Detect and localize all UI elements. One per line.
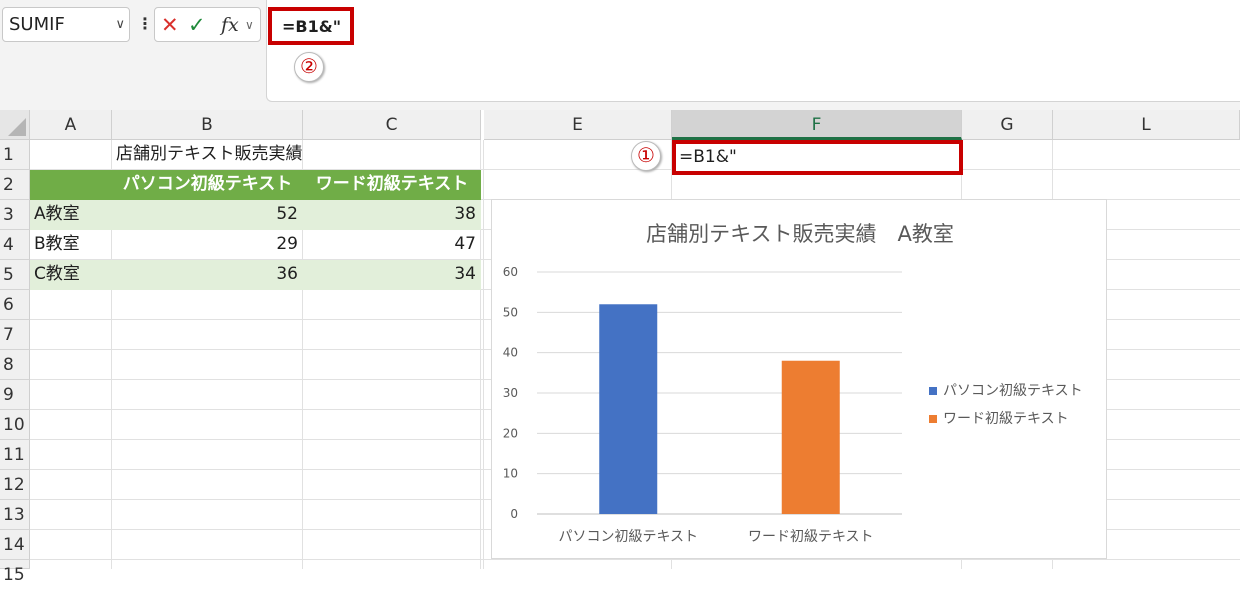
column-header-e[interactable]: E: [484, 110, 672, 140]
cell-b3[interactable]: 52: [112, 200, 303, 230]
row-header[interactable]: 10: [0, 410, 30, 440]
column-header-f[interactable]: F: [672, 110, 962, 140]
y-tick-label: 0: [510, 507, 518, 521]
row-header[interactable]: 1: [0, 140, 30, 170]
bar-chart[interactable]: 店舗別テキスト販売実績 A教室 0 10 20 30 40 50 60 パソコン初級テキストワ…: [491, 199, 1107, 559]
cell-a5[interactable]: C教室: [30, 260, 112, 290]
row-header[interactable]: 13: [0, 500, 30, 530]
check-icon[interactable]: ✓: [188, 12, 206, 38]
row-header[interactable]: 9: [0, 380, 30, 410]
legend-item: パソコン初級テキスト: [929, 380, 1083, 408]
row-header[interactable]: 7: [0, 320, 30, 350]
formula-text: =B1&": [282, 17, 342, 36]
select-all-button[interactable]: [0, 110, 30, 140]
cancel-icon[interactable]: ✕: [161, 12, 179, 38]
legend-swatch: [929, 387, 937, 395]
row-header[interactable]: 15: [0, 560, 30, 585]
name-box[interactable]: SUMIF ∨: [2, 7, 130, 42]
cell-c5[interactable]: 34: [303, 260, 481, 290]
gridline: [483, 140, 484, 569]
name-box-value: SUMIF: [9, 14, 65, 35]
row-header[interactable]: 4: [0, 230, 30, 260]
row-header[interactable]: 5: [0, 260, 30, 290]
column-header-b[interactable]: B: [112, 110, 303, 140]
row-header[interactable]: 12: [0, 470, 30, 500]
y-tick-label: 20: [503, 426, 518, 440]
cell-b2[interactable]: パソコン初級テキスト: [112, 170, 303, 200]
active-cell-f1[interactable]: =B1&": [672, 140, 963, 175]
chevron-down-icon[interactable]: ∨: [245, 12, 254, 38]
row-header[interactable]: 14: [0, 530, 30, 560]
chart-legend: パソコン初級テキスト ワード初級テキスト: [929, 380, 1083, 436]
y-tick-label: 40: [503, 346, 518, 360]
cell-b5[interactable]: 36: [112, 260, 303, 290]
y-tick-label: 50: [503, 305, 518, 319]
column-header-a[interactable]: A: [30, 110, 112, 140]
legend-label: ワード初級テキスト: [943, 411, 1069, 427]
formula-input[interactable]: [266, 0, 1240, 102]
marker-2: ②: [294, 52, 324, 82]
row-header[interactable]: 3: [0, 200, 30, 230]
y-tick-label: 60: [503, 265, 518, 279]
bar-1[interactable]: [599, 304, 658, 514]
row-header[interactable]: 11: [0, 440, 30, 470]
cell-b1[interactable]: 店舗別テキスト販売実績: [112, 140, 412, 170]
cell-c4[interactable]: 47: [303, 230, 481, 260]
legend-label: パソコン初級テキスト: [943, 383, 1083, 399]
formula-bar: SUMIF ∨ ⋮ ✕ ✓ fx ∨ =B1&" ②: [0, 0, 1240, 110]
y-tick-label: 30: [503, 386, 518, 400]
cell-a2[interactable]: [30, 170, 112, 200]
formula-highlight[interactable]: =B1&": [268, 7, 354, 45]
cell-c3[interactable]: 38: [303, 200, 481, 230]
column-header-g[interactable]: G: [962, 110, 1053, 140]
more-options-icon[interactable]: ⋮: [137, 12, 153, 36]
row-header[interactable]: 6: [0, 290, 30, 320]
column-header-l[interactable]: L: [1053, 110, 1240, 140]
legend-item: ワード初級テキスト: [929, 408, 1083, 436]
cell-a3[interactable]: A教室: [30, 200, 112, 230]
fx-icon[interactable]: fx: [221, 12, 239, 38]
cell-f1-text: =B1&": [679, 147, 737, 167]
cell-c2[interactable]: ワード初級テキスト: [303, 170, 481, 200]
chevron-down-icon[interactable]: ∨: [115, 8, 125, 41]
marker-1: ①: [631, 141, 661, 171]
formula-buttons: ✕ ✓ fx ∨: [154, 7, 261, 42]
column-header-c[interactable]: C: [303, 110, 481, 140]
row-header[interactable]: 8: [0, 350, 30, 380]
legend-swatch: [929, 415, 937, 423]
bar-2[interactable]: [781, 360, 840, 514]
cell-a4[interactable]: B教室: [30, 230, 112, 260]
cell-b4[interactable]: 29: [112, 230, 303, 260]
y-tick-label: 10: [503, 467, 518, 481]
x-tick-label: パソコン初級テキスト: [558, 528, 698, 545]
x-tick-label: ワード初級テキスト: [748, 528, 874, 545]
row-header[interactable]: 2: [0, 170, 30, 200]
